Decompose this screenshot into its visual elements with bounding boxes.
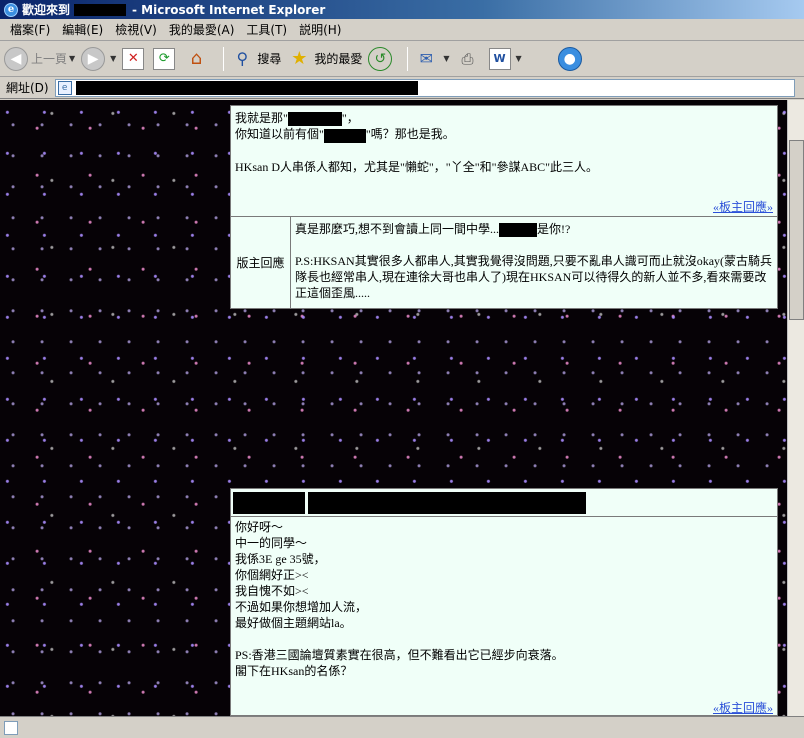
ie-logo-icon: e <box>4 2 18 17</box>
entry-1-blank <box>235 143 773 159</box>
redacted-name <box>287 112 342 127</box>
stop-button[interactable]: ✕ <box>122 47 147 70</box>
owner-reply-link[interactable]: «板主回應» <box>713 198 773 215</box>
edit-button[interactable]: W ▼ <box>488 47 522 70</box>
search-icon: ⚲ <box>236 49 249 68</box>
mail-dropdown-icon[interactable]: ▼ <box>443 54 449 63</box>
entry-1-line-1: 我就是那" "， <box>235 111 359 127</box>
back-label: 上一頁 <box>31 52 68 66</box>
mail-icon: ✉ <box>419 49 434 68</box>
window-title-prefix: 歡迎來到 <box>22 3 71 17</box>
guestbook-entry-1: 我就是那" "， 你知道以前有個" "嗎？那也是我。 HKsan D人串係人都知，尤… <box>230 105 778 309</box>
back-dropdown-icon[interactable]: ▼ <box>69 54 75 63</box>
owner-reply-text: 真是那麼巧,想不到會讀上同一間中學... 是你!? P.S:HKSAN其實很多人都… <box>295 222 773 301</box>
menu-edit[interactable]: 編輯(E) <box>56 21 109 38</box>
redacted-title <box>74 3 127 16</box>
entry-1-body: 我就是那" "， 你知道以前有個" "嗎？那也是我。 HKsan D人串係人都知，尤… <box>231 106 777 179</box>
menu-view[interactable]: 檢視(V) <box>109 21 163 38</box>
edit-dropdown-icon[interactable]: ▼ <box>516 54 522 63</box>
owner-reply: 版主回應 真是那麼巧,想不到會讀上同一間中學... 是你!? P.S:HKSAN其… <box>231 216 777 308</box>
back-arrow-icon: ◀ <box>4 46 28 71</box>
search-button[interactable]: ⚲ 搜尋 <box>230 47 281 71</box>
favorites-button[interactable]: ★ 我的最愛 <box>287 47 362 71</box>
entry-2-line: 你個網好正>< <box>235 568 309 582</box>
owner-reply-link-2[interactable]: «板主回應» <box>713 699 773 716</box>
toolbar: ◀ 上一頁 ▼ ▶ ▼ ✕ ⟳ ⌂ ⚲ 搜尋 ★ 我的最愛 ↺ ✉ ▼ ⎙ W … <box>0 41 804 77</box>
mail-button[interactable]: ✉ ▼ <box>414 47 450 71</box>
address-input[interactable]: e <box>54 78 795 97</box>
title-bar: e 歡迎來到 - Microsoft Internet Explorer <box>0 0 804 19</box>
guestbook-entry-2: 你好呀～ 中一的同學～ 我係3E ge 35號， 你個網好正>< 我自愧不如><… <box>230 488 778 716</box>
toolbar-separator <box>223 46 225 71</box>
menu-help[interactable]: 説明(H) <box>293 21 347 38</box>
menu-tools[interactable]: 工具(T) <box>240 21 293 38</box>
entry-2-line: 我自愧不如>< <box>235 584 309 598</box>
forward-dropdown-icon[interactable]: ▼ <box>110 54 116 63</box>
redacted-name <box>499 223 538 238</box>
search-label: 搜尋 <box>257 52 282 66</box>
forward-button[interactable]: ▶ ▼ <box>81 46 116 71</box>
home-icon: ⌂ <box>190 48 203 69</box>
entry-2-line: 最好做個主題網站la。 <box>235 616 352 630</box>
entry-2-line: 中一的同學～ <box>235 536 308 550</box>
toolbar-separator-2 <box>407 46 409 71</box>
entry-2-line: 我係3E ge 35號， <box>235 552 326 566</box>
vertical-scrollbar[interactable] <box>787 100 804 716</box>
redacted-info <box>308 491 586 514</box>
owner-reply-label: 版主回應 <box>231 217 291 308</box>
messenger-button[interactable]: ● <box>557 46 585 71</box>
refresh-icon: ⟳ <box>153 47 176 70</box>
page-viewport: 我就是那" "， 你知道以前有個" "嗎？那也是我。 HKsan D人串係人都知，尤… <box>0 100 787 716</box>
stop-icon: ✕ <box>122 47 145 70</box>
address-bar: 網址(D) e <box>0 77 804 99</box>
entry-1-line-3: HKsan D人串係人都知，尤其是"懶蛇"，"丫全"和"參謀ABC"此三人。 <box>235 159 599 174</box>
entry-2-line: 閣下在HKsan的名係？ <box>235 664 353 678</box>
menu-file[interactable]: 檔案(F) <box>4 21 56 38</box>
refresh-button[interactable]: ⟳ <box>153 47 178 70</box>
entry-2-line: PS:香港三國論壇質素實在很高，但不難看出它已經步向衰落。 <box>235 648 564 662</box>
messenger-icon: ● <box>557 46 582 71</box>
redacted-url <box>75 80 418 95</box>
entry-2-line: 你好呀～ <box>235 520 284 534</box>
redacted-name <box>323 128 366 143</box>
address-label: 網址(D) <box>6 81 49 95</box>
print-button[interactable]: ⎙ <box>456 47 483 71</box>
entry-2-blank <box>235 631 773 647</box>
status-page-icon <box>4 720 18 735</box>
home-button[interactable]: ⌂ <box>184 47 211 71</box>
history-button[interactable]: ↺ <box>368 46 395 71</box>
star-icon: ★ <box>291 48 308 69</box>
forward-arrow-icon: ▶ <box>81 46 106 71</box>
scrollbar-thumb[interactable] <box>789 140 804 320</box>
history-icon: ↺ <box>368 46 393 71</box>
back-button[interactable]: ◀ 上一頁 ▼ <box>4 46 75 71</box>
menu-favorites[interactable]: 我的最愛(A) <box>163 21 241 38</box>
menu-bar: 檔案(F) 編輯(E) 檢視(V) 我的最愛(A) 工具(T) 説明(H) <box>0 19 804 41</box>
entry-1-line-2: 你知道以前有個" "嗎？那也是我。 <box>235 127 455 143</box>
redacted-author <box>233 491 305 514</box>
word-edit-icon: W <box>488 47 511 70</box>
window-title-suffix: - Microsoft Internet Explorer <box>132 2 326 17</box>
favorites-label: 我的最愛 <box>314 52 363 66</box>
printer-icon: ⎙ <box>461 49 474 68</box>
entry-2-header <box>231 489 777 517</box>
page-icon: e <box>57 80 72 95</box>
entry-2-line: 不過如果你想增加人流， <box>235 600 368 614</box>
entry-2-body: 你好呀～ 中一的同學～ 我係3E ge 35號， 你個網好正>< 我自愧不如><… <box>231 517 777 681</box>
status-bar <box>0 716 804 738</box>
